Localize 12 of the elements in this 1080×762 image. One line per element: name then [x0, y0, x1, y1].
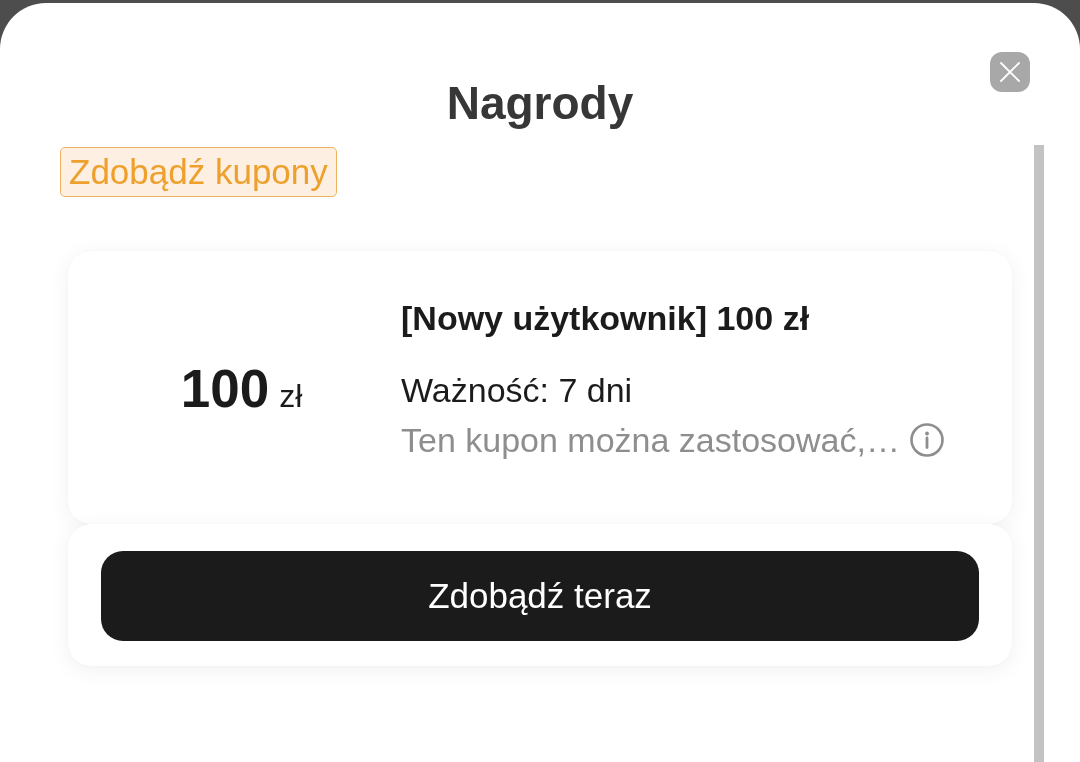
claim-button[interactable]: Zdobądź teraz: [101, 551, 979, 641]
amount-value: 100: [180, 359, 270, 419]
coupon-tag: Zdobądź kupony: [60, 147, 337, 197]
sheet-title: Nagrody: [446, 76, 634, 131]
close-button[interactable]: [990, 52, 1030, 92]
info-icon[interactable]: [909, 423, 944, 457]
coupon-title: [Nowy użytkownik] 100 zł: [401, 298, 811, 339]
coupon-description: Ten kupon można zastosować,…: [401, 420, 900, 461]
currency-label: zł: [279, 377, 303, 416]
scrollbar[interactable]: [1034, 145, 1044, 762]
validity-text: Ważność: 7 dni: [401, 370, 634, 411]
close-icon: [1000, 62, 1020, 82]
